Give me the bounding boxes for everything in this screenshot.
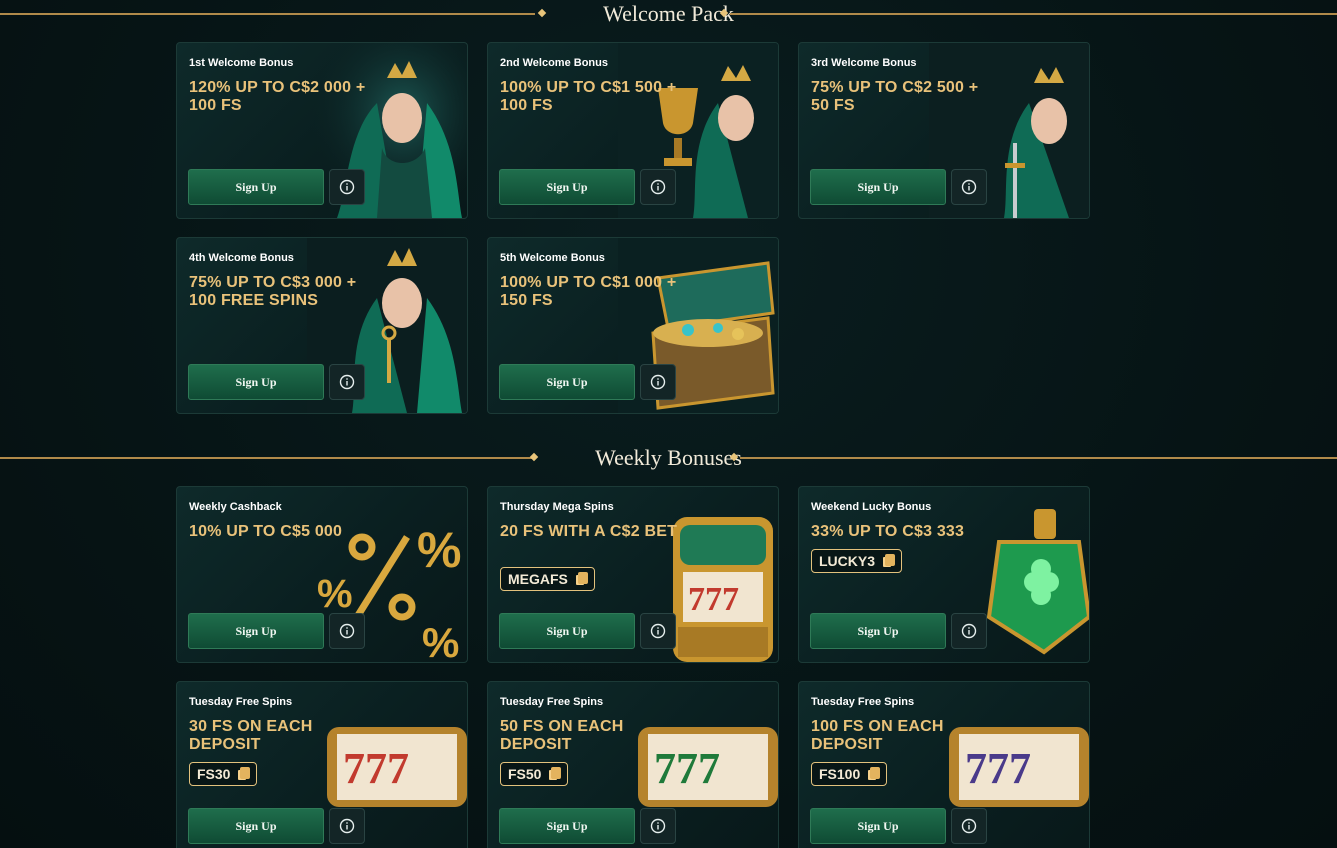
bonus-kicker: Tuesday Free Spins (811, 696, 915, 708)
promo-code-chip[interactable]: FS50 (500, 762, 569, 786)
sign-up-button[interactable]: Sign Up (188, 364, 324, 400)
info-button[interactable] (329, 808, 365, 844)
bonus-kicker: 2nd Welcome Bonus (500, 57, 608, 69)
info-button[interactable] (329, 364, 365, 400)
promo-code: FS50 (508, 766, 542, 782)
info-icon (650, 179, 666, 195)
copy-icon[interactable] (885, 554, 896, 566)
welcome-pack-header: Welcome Pack (0, 2, 1337, 26)
promo-code-chip[interactable]: FS30 (189, 762, 258, 786)
info-icon (961, 623, 977, 639)
info-icon (339, 818, 355, 834)
promo-code: FS100 (819, 766, 861, 782)
bonus-headline: 10% UP TO C$5 000 (189, 523, 343, 540)
info-icon (961, 818, 977, 834)
info-icon (650, 623, 666, 639)
bonus-kicker: 5th Welcome Bonus (500, 252, 605, 264)
bonus-headline: 100% UP TO C$1 000 + 150 FS (500, 274, 677, 309)
bonus-card-weekly-cashback: % % % Weekly Cashback 10% UP TO C$5 000 … (176, 486, 468, 663)
info-icon (650, 374, 666, 390)
sign-up-button[interactable]: Sign Up (188, 613, 324, 649)
sign-up-button[interactable]: Sign Up (188, 808, 324, 844)
bonus-kicker: Tuesday Free Spins (500, 696, 604, 708)
sign-up-button[interactable]: Sign Up (810, 169, 946, 205)
info-button[interactable] (640, 613, 676, 649)
promo-code: LUCKY3 (819, 553, 876, 569)
bonus-card-tuesday-free-spins-100: 777 Tuesday Free Spins 100 FS ON EACH DE… (798, 681, 1090, 848)
bonus-card-tuesday-free-spins-50: 777 Tuesday Free Spins 50 FS ON EACH DEP… (487, 681, 779, 848)
info-icon (339, 623, 355, 639)
info-icon (961, 179, 977, 195)
copy-icon[interactable] (577, 572, 588, 584)
bonus-kicker: Weekly Cashback (189, 501, 282, 513)
promo-code: FS30 (197, 766, 231, 782)
copy-icon[interactable] (870, 767, 881, 779)
copy-icon[interactable] (240, 767, 251, 779)
info-icon (339, 179, 355, 195)
bonus-headline: 75% UP TO C$3 000 + 100 FREE SPINS (189, 274, 357, 309)
weekly-bonuses-header: Weekly Bonuses (0, 446, 1337, 470)
bonus-card-thursday-mega-spins: 777 Thursday Mega Spins 20 FS WITH A C$2… (487, 486, 779, 663)
svg-text:%: % (417, 522, 461, 578)
promo-code: MEGAFS (508, 571, 568, 587)
bonus-kicker: 4th Welcome Bonus (189, 252, 294, 264)
bonus-card-tuesday-free-spins-30: 777 Tuesday Free Spins 30 FS ON EACH DEP… (176, 681, 468, 848)
bonus-kicker: Weekend Lucky Bonus (811, 501, 932, 513)
info-button[interactable] (951, 613, 987, 649)
bonus-headline: 50 FS ON EACH DEPOSIT (500, 718, 624, 753)
bonus-card-welcome-1: 1st Welcome Bonus 120% UP TO C$2 000 + 1… (176, 42, 468, 219)
sign-up-button[interactable]: Sign Up (499, 613, 635, 649)
promo-code-chip[interactable]: MEGAFS (500, 567, 595, 591)
bonus-card-welcome-4: 4th Welcome Bonus 75% UP TO C$3 000 + 10… (176, 237, 468, 414)
info-button[interactable] (640, 169, 676, 205)
bonus-kicker: Thursday Mega Spins (500, 501, 614, 513)
bonus-card-welcome-2: 2nd Welcome Bonus 100% UP TO C$1 500 + 1… (487, 42, 779, 219)
info-icon (650, 818, 666, 834)
bonuses-page: Welcome Pack 1st Welcome Bonus 120% UP T… (0, 0, 1337, 848)
bonus-card-welcome-5: 5th Welcome Bonus 100% UP TO C$1 000 + 1… (487, 237, 779, 414)
bonus-headline: 33% UP TO C$3 333 (811, 523, 965, 540)
bonus-kicker: Tuesday Free Spins (189, 696, 293, 708)
header-divider-right (740, 457, 1337, 459)
sign-up-button[interactable]: Sign Up (499, 808, 635, 844)
copy-icon[interactable] (551, 767, 562, 779)
bonus-kicker: 3rd Welcome Bonus (811, 57, 917, 69)
bonus-headline: 100 FS ON EACH DEPOSIT (811, 718, 944, 753)
info-icon (339, 374, 355, 390)
svg-text:%: % (422, 619, 459, 662)
sign-up-button[interactable]: Sign Up (499, 364, 635, 400)
info-button[interactable] (951, 169, 987, 205)
bonus-kicker: 1st Welcome Bonus (189, 57, 294, 69)
bonus-headline: 20 FS WITH A C$2 BET (500, 523, 678, 540)
svg-text:%: % (317, 572, 353, 616)
info-button[interactable] (329, 169, 365, 205)
bonus-card-welcome-3: 3rd Welcome Bonus 75% UP TO C$2 500 + 50… (798, 42, 1090, 219)
sign-up-button[interactable]: Sign Up (188, 169, 324, 205)
info-button[interactable] (951, 808, 987, 844)
info-button[interactable] (640, 808, 676, 844)
sign-up-button[interactable]: Sign Up (810, 613, 946, 649)
svg-text:777: 777 (688, 581, 739, 618)
bonus-headline: 120% UP TO C$2 000 + 100 FS (189, 79, 366, 114)
sign-up-button[interactable]: Sign Up (810, 808, 946, 844)
info-button[interactable] (640, 364, 676, 400)
header-divider-right (730, 13, 1337, 15)
promo-code-chip[interactable]: LUCKY3 (811, 549, 903, 573)
bonus-card-weekend-lucky-bonus: Weekend Lucky Bonus 33% UP TO C$3 333 LU… (798, 486, 1090, 663)
info-button[interactable] (329, 613, 365, 649)
sign-up-button[interactable]: Sign Up (499, 169, 635, 205)
bonus-headline: 100% UP TO C$1 500 + 100 FS (500, 79, 677, 114)
bonus-headline: 75% UP TO C$2 500 + 50 FS (811, 79, 979, 114)
bonus-headline: 30 FS ON EACH DEPOSIT (189, 718, 313, 753)
promo-code-chip[interactable]: FS100 (811, 762, 888, 786)
